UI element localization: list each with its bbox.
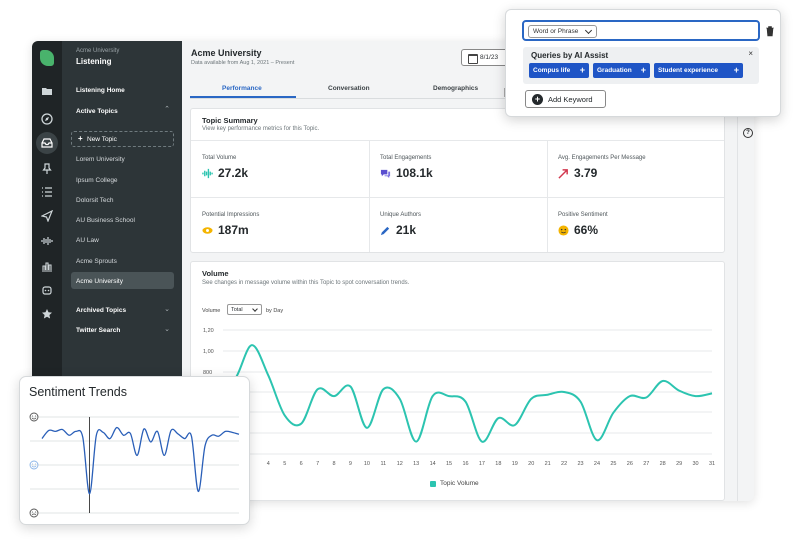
close-icon[interactable]: × (748, 49, 753, 58)
x-tick-label: 16 (462, 461, 468, 467)
chart-legend: Topic Volume (430, 480, 479, 487)
x-tick-label: 31 (709, 461, 715, 467)
x-tick-label: 20 (528, 461, 534, 467)
word-or-phrase-select[interactable]: Word or Phrase (528, 25, 597, 38)
ai-assist-panel: Queries by AI Assist × Compus life + Grad… (523, 47, 759, 84)
series-line-topic-volume (219, 345, 712, 442)
x-tick-label: 11 (380, 461, 386, 467)
x-tick-label: 24 (594, 461, 600, 467)
sentiment-line-chart (20, 377, 251, 526)
keyword-popup: Word or Phrase Queries by AI Assist × Co… (505, 9, 781, 117)
x-tick-label: 14 (430, 461, 436, 467)
add-keyword-label: Add Keyword (548, 95, 593, 104)
chip-compus-life[interactable]: Compus life + (529, 63, 589, 78)
x-tick-label: 7 (316, 461, 319, 467)
plus-icon: + (641, 65, 646, 75)
chip-label: Graduation (597, 67, 632, 74)
x-tick-label: 28 (660, 461, 666, 467)
plus-circle-icon: + (532, 94, 543, 105)
plus-icon: + (580, 65, 585, 75)
x-tick-label: 5 (283, 461, 286, 467)
x-tick-label: 6 (300, 461, 303, 467)
sentiment-series-line (42, 428, 239, 494)
legend-label: Topic Volume (440, 480, 479, 487)
chip-label: Compus life (533, 67, 570, 74)
trash-icon[interactable] (765, 25, 775, 37)
x-tick-label: 22 (561, 461, 567, 467)
keyword-input[interactable]: Word or Phrase (522, 20, 760, 41)
x-tick-label: 29 (676, 461, 682, 467)
plus-icon: + (734, 65, 739, 75)
x-tick-label: 4 (267, 461, 270, 467)
x-tick-label: 15 (446, 461, 452, 467)
chip-student-experience[interactable]: Student experience + (654, 63, 743, 78)
chip-graduation[interactable]: Graduation + (593, 63, 650, 78)
x-tick-label: 26 (627, 461, 633, 467)
x-tick-label: 25 (610, 461, 616, 467)
x-tick-label: 18 (495, 461, 501, 467)
x-tick-label: 8 (333, 461, 336, 467)
y-tick-label: 1,20 (203, 328, 214, 334)
x-tick-label: 13 (413, 461, 419, 467)
x-tick-label: 27 (643, 461, 649, 467)
x-tick-label: 10 (364, 461, 370, 467)
x-tick-label: 19 (512, 461, 518, 467)
legend-swatch (430, 481, 436, 487)
x-tick-label: 12 (397, 461, 403, 467)
x-tick-label: 30 (693, 461, 699, 467)
chip-label: Student experience (658, 67, 718, 74)
ai-assist-title: Queries by AI Assist (531, 51, 608, 60)
x-tick-label: 23 (577, 461, 583, 467)
sentiment-trends-card: Sentiment Trends (19, 376, 250, 525)
add-keyword-button[interactable]: + Add Keyword (525, 90, 606, 108)
x-tick-label: 9 (349, 461, 352, 467)
y-tick-label: 1,00 (203, 349, 214, 355)
x-tick-label: 21 (545, 461, 551, 467)
x-tick-label: 17 (479, 461, 485, 467)
